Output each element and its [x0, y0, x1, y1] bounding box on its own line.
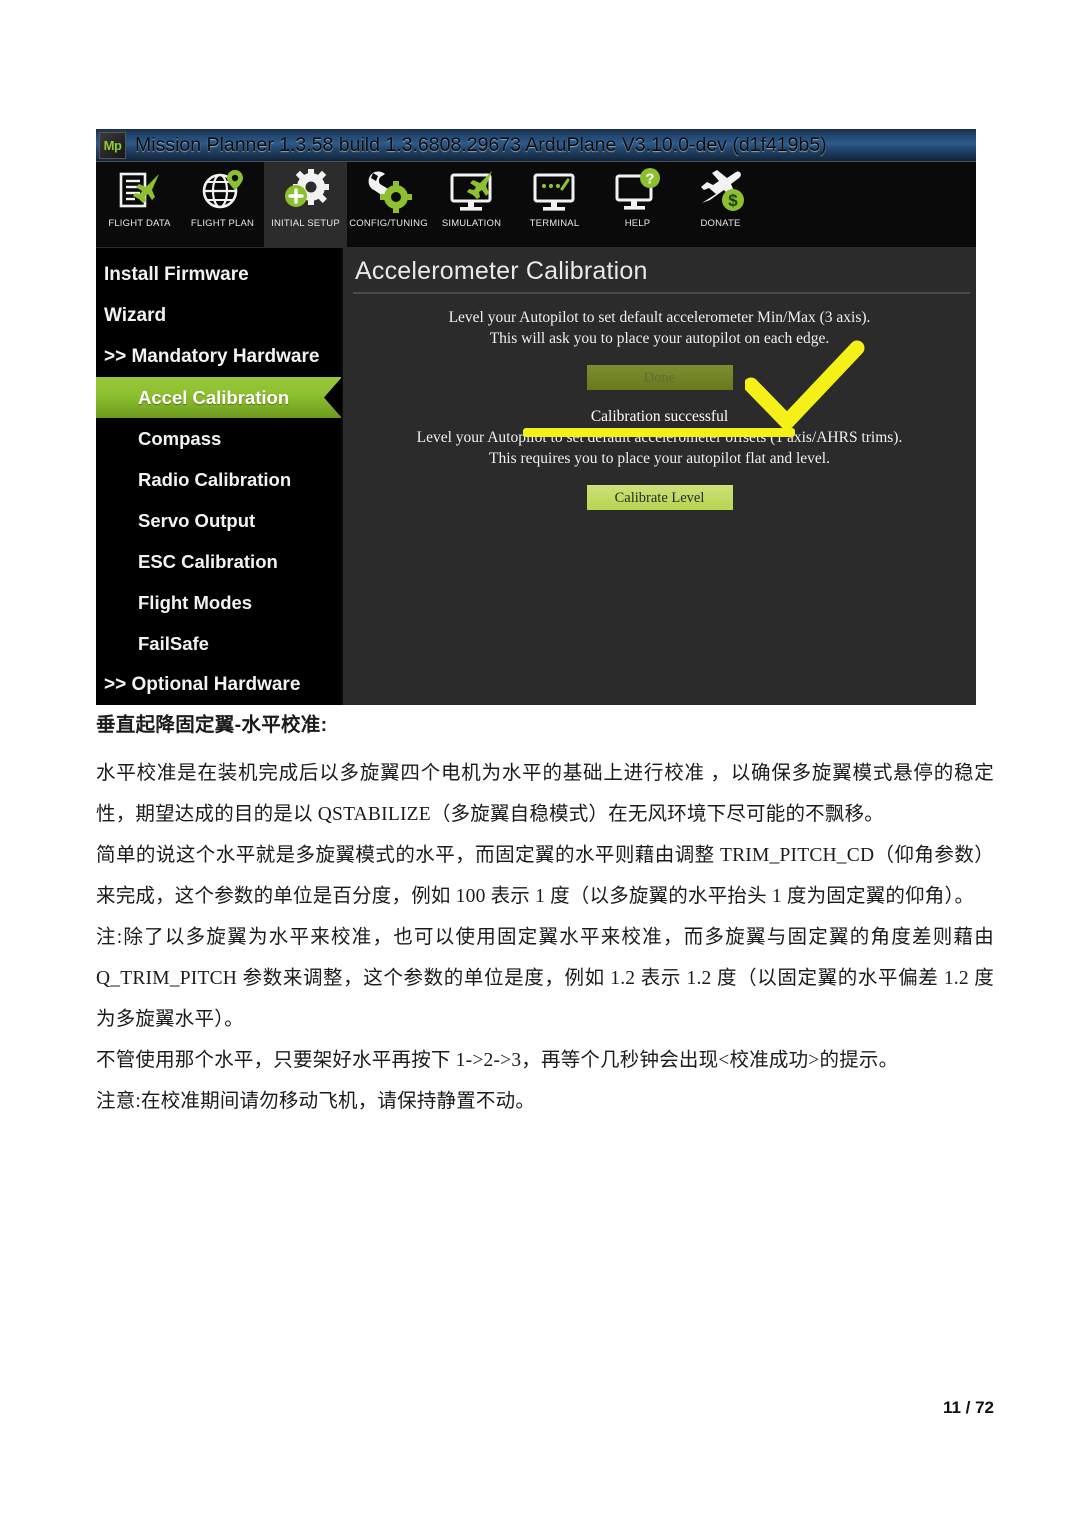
- flight-plan-icon: [202, 170, 243, 209]
- sidebar-item-servo-output[interactable]: Servo Output: [96, 500, 341, 541]
- sidebar-item-mandatory-hardware[interactable]: >> Mandatory Hardware: [96, 336, 341, 377]
- svg-text:$: $: [728, 191, 738, 210]
- sidebar-item-label: >> Optional Hardware: [104, 673, 301, 695]
- sidebar-item-accel-calibration[interactable]: Accel Calibration: [96, 377, 341, 418]
- paragraph: 不管使用那个水平，只要架好水平再按下 1->2->3，再等个几秒钟会出现<校准成…: [96, 1050, 899, 1071]
- sidebar-item-label: Install Firmware: [104, 263, 249, 285]
- setup-sidebar: Install Firmware Wizard >> Mandatory Har…: [96, 248, 341, 705]
- sidebar-item-label: Wizard: [104, 304, 167, 326]
- instruction-offsets-line2: This requires you to place your autopilo…: [489, 449, 830, 467]
- section-heading: 垂直起降固定翼-水平校准:: [96, 714, 328, 736]
- sidebar-item-flight-modes[interactable]: Flight Modes: [96, 582, 341, 623]
- sidebar-item-install-firmware[interactable]: Install Firmware: [96, 254, 341, 295]
- paragraph: 注意:在校准期间请勿移动飞机，请保持静置不动。: [96, 1091, 536, 1112]
- toolbar-label: CONFIG/TUNING: [349, 218, 428, 229]
- toolbar-item-simulation[interactable]: SIMULATION: [430, 162, 513, 247]
- sidebar-item-label: Accel Calibration: [138, 386, 290, 408]
- sidebar-item-label: Compass: [138, 427, 222, 449]
- sidebar-item-label: Flight Modes: [138, 591, 253, 613]
- sidebar-item-label: Servo Output: [138, 509, 256, 531]
- toolbar-label: FLIGHT DATA: [108, 218, 171, 229]
- panel-title: Accelerometer Calibration: [355, 257, 648, 285]
- paragraph: 注:除了以多旋翼为水平来校准，也可以使用固定翼水平来校准，而多旋翼与固定翼的角度…: [96, 927, 994, 1030]
- config-tuning-icon: [368, 171, 412, 213]
- sidebar-item-optional-hardware[interactable]: >> Optional Hardware: [96, 664, 341, 705]
- paragraph: 简单的说这个水平就是多旋翼模式的水平，而固定翼的水平则藉由调整 TRIM_PIT…: [96, 845, 994, 907]
- calibration-panel: Accelerometer Calibration Level your Aut…: [343, 248, 976, 705]
- simulation-icon: [450, 171, 492, 211]
- main-toolbar: FLIGHT DATA FLIGHT PLAN INITIAL SETUP CO…: [96, 162, 976, 248]
- sidebar-item-label: >> Mandatory Hardware: [104, 345, 320, 367]
- page-number: 11 / 72: [942, 1398, 994, 1417]
- sidebar-item-esc-calibration[interactable]: ESC Calibration: [96, 541, 341, 582]
- yellow-checkmark-annotation-icon: [745, 340, 865, 430]
- sidebar-item-compass[interactable]: Compass: [96, 418, 341, 459]
- calibrate-level-button[interactable]: Calibrate Level: [585, 483, 734, 511]
- toolbar-item-flight-data[interactable]: FLIGHT DATA: [98, 162, 181, 247]
- toolbar-item-flight-plan[interactable]: FLIGHT PLAN: [181, 162, 264, 247]
- toolbar-item-terminal[interactable]: TERMINAL: [513, 162, 596, 247]
- toolbar-label: HELP: [624, 218, 651, 229]
- help-icon: ?: [615, 168, 660, 210]
- toolbar-label: TERMINAL: [529, 218, 580, 229]
- mission-planner-logo-icon: Mp: [99, 132, 126, 159]
- instruction-minmax-line1: Level your Autopilot to set default acce…: [448, 309, 871, 326]
- flight-data-icon: [119, 172, 159, 208]
- terminal-icon: [533, 173, 574, 211]
- sidebar-item-label: ESC Calibration: [138, 550, 278, 572]
- toolbar-item-config-tuning[interactable]: CONFIG/TUNING: [347, 162, 430, 247]
- mission-planner-screenshot: Mp Mission Planner 1.3.58 build 1.3.6808…: [96, 129, 976, 705]
- sidebar-item-label: Radio Calibration: [138, 468, 292, 490]
- setup-body: Install Firmware Wizard >> Mandatory Har…: [96, 248, 976, 705]
- paragraph: 水平校准是在装机完成后以多旋翼四个电机为水平的基础上进行校准 ，以确保多旋翼模式…: [96, 763, 994, 825]
- window-title: Mission Planner 1.3.58 build 1.3.6808.29…: [135, 134, 827, 156]
- toolbar-item-donate[interactable]: $ DONATE: [679, 162, 762, 247]
- document-page: Mp Mission Planner 1.3.58 build 1.3.6808…: [0, 0, 1080, 1528]
- toolbar-label: INITIAL SETUP: [271, 218, 340, 229]
- svg-text:?: ?: [645, 171, 654, 188]
- toolbar-label: FLIGHT PLAN: [190, 218, 255, 229]
- done-button[interactable]: Done: [585, 363, 734, 391]
- sidebar-item-failsafe[interactable]: FailSafe: [96, 623, 341, 664]
- toolbar-item-initial-setup[interactable]: INITIAL SETUP: [264, 162, 347, 247]
- toolbar-item-help[interactable]: ? HELP: [596, 162, 679, 247]
- sidebar-item-label: FailSafe: [138, 632, 209, 654]
- panel-content: Level your Autopilot to set default acce…: [343, 294, 976, 511]
- toolbar-label: DONATE: [700, 218, 741, 229]
- donate-icon: $: [700, 170, 744, 211]
- document-body: 垂直起降固定翼-水平校准: 水平校准是在装机完成后以多旋翼四个电机为水平的基础上…: [96, 708, 994, 1122]
- sidebar-item-wizard[interactable]: Wizard: [96, 295, 341, 336]
- sidebar-item-radio-calibration[interactable]: Radio Calibration: [96, 459, 341, 500]
- window-titlebar: Mp Mission Planner 1.3.58 build 1.3.6808…: [96, 129, 976, 162]
- toolbar-label: SIMULATION: [441, 218, 502, 229]
- initial-setup-icon: [284, 169, 329, 207]
